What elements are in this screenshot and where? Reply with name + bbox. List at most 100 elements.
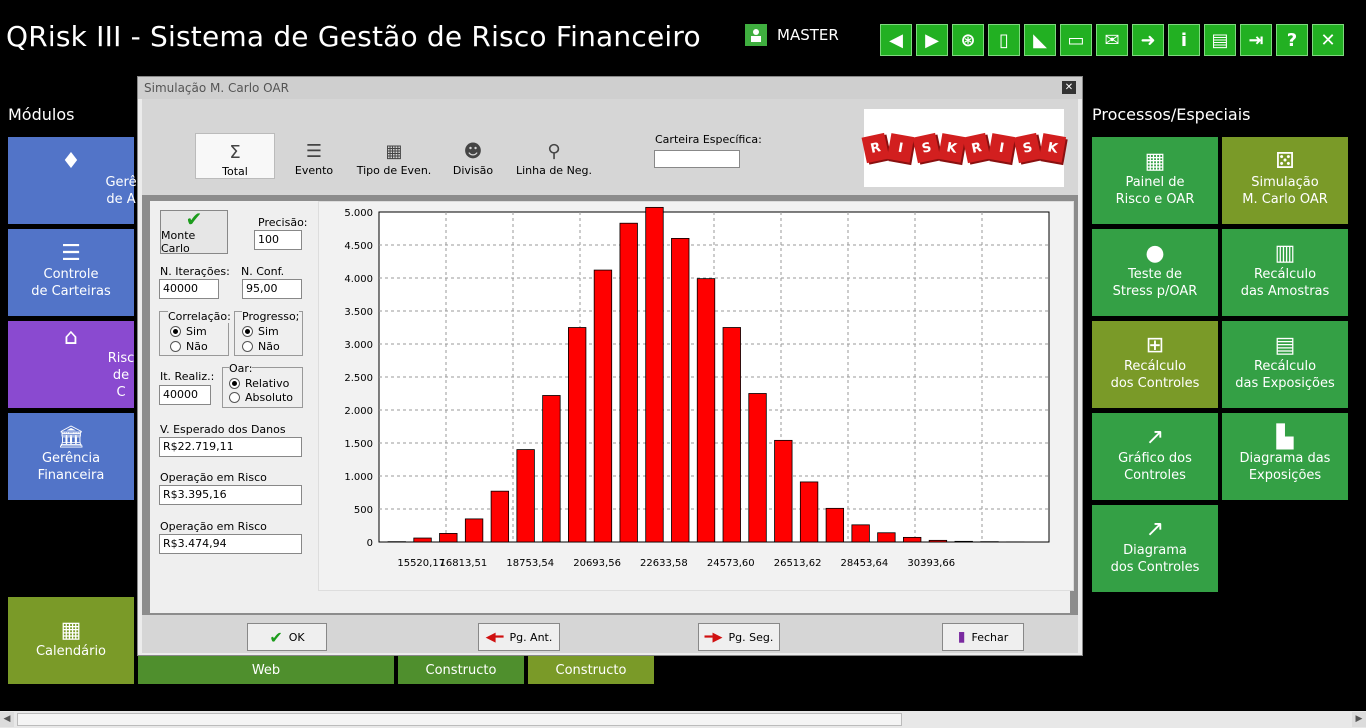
bomb-icon: ● [1145, 241, 1165, 266]
module-tile-constructo-2[interactable]: Constructo [528, 656, 654, 684]
process-tile-diagrama-controles[interactable]: ↗ Diagrama dos Controles [1092, 505, 1218, 592]
info-icon[interactable]: i [1168, 24, 1200, 56]
module-tile-risco[interactable]: ⌂ Risc de C [8, 321, 134, 408]
module-tile-gerencia[interactable]: ♦ Gerê de A [8, 137, 137, 224]
module-tile-web[interactable]: Web [138, 656, 394, 684]
module-tile-controle-carteiras[interactable]: ☰ Controle de Carteiras [8, 229, 134, 316]
precisao-label: Precisão: [258, 216, 308, 229]
y-tick-label: 2.500 [344, 373, 373, 384]
person-icon: ☻ [463, 141, 483, 162]
exit-door-icon[interactable]: ⇥ [1240, 24, 1272, 56]
carteira-label: Carteira Específica: [655, 133, 762, 146]
tab-divisao[interactable]: ☻ Divisão [448, 133, 498, 177]
histogram-bar [619, 222, 638, 543]
trend-up-icon: ↗ [1145, 517, 1165, 542]
ok-button[interactable]: ✔ OK [247, 623, 327, 651]
help-icon[interactable]: ? [1276, 24, 1308, 56]
process-tile-simulacao-mcarlo-oar[interactable]: ⚄ Simulação M. Carlo OAR [1222, 137, 1348, 224]
n-iteracoes-label: N. Iterações: [160, 265, 230, 278]
y-tick-label: 1.000 [344, 472, 373, 483]
process-tile-label: Diagrama dos Controles [1110, 543, 1200, 575]
oar-absoluto-radio[interactable]: Absoluto [229, 391, 293, 404]
calendar-icon: ▦ [60, 617, 82, 643]
precisao-input[interactable]: 100 [254, 230, 302, 250]
horizontal-scrollbar[interactable]: ◀ ▶ [0, 711, 1366, 728]
tab-total[interactable]: Σ Total [195, 133, 275, 179]
arrow-right-icon[interactable]: ▶ [916, 24, 948, 56]
histogram-bar [413, 537, 432, 543]
carteira-input[interactable] [654, 150, 740, 168]
process-tile-label: Teste de Stress p/OAR [1112, 267, 1198, 299]
close-icon[interactable]: ✕ [1312, 24, 1344, 56]
x-tick-label: 16813,51 [440, 558, 488, 569]
progresso-group: Progresso; Sim Não [234, 310, 303, 356]
monitor-icon[interactable]: ▭ [1060, 24, 1092, 56]
process-tile-painel-risco-oar[interactable]: ▦ Painel de Risco e OAR [1092, 137, 1218, 224]
histogram-bar [928, 539, 948, 543]
n-conf-input[interactable]: 95,00 [242, 279, 302, 299]
monte-carlo-dialog: Simulação M. Carlo OAR ✕ Σ Total ☰ Event… [137, 76, 1083, 656]
dialog-close-icon[interactable]: ✕ [1062, 81, 1076, 94]
dialog-title: Simulação M. Carlo OAR [144, 81, 289, 95]
correlacao-nao-radio[interactable]: Não [170, 340, 208, 353]
forward-icon[interactable]: ➜ [1132, 24, 1164, 56]
panel-icon: ▦ [1144, 149, 1166, 174]
mail-icon[interactable]: ✉ [1096, 24, 1128, 56]
tab-label: Total [222, 165, 248, 178]
traffic-light-icon[interactable]: ⊛ [952, 24, 984, 56]
next-label: Pg. Seg. [728, 630, 774, 644]
process-tile-recalculo-exposicoes[interactable]: ▤ Recálculo das Exposições [1222, 321, 1348, 408]
dialog-tabbar: Σ Total ☰ Evento ▦ Tipo de Even. ☻ Divis… [142, 99, 1078, 195]
process-tile-recalculo-controles[interactable]: ⊞ Recálculo dos Controles [1092, 321, 1218, 408]
scrollbar-thumb[interactable] [17, 713, 902, 726]
next-page-button[interactable]: ━▶ Pg. Seg. [698, 623, 780, 651]
histogram-bar [774, 439, 793, 543]
module-tile-label: Constructo [425, 662, 497, 678]
logo-die: K [1038, 133, 1067, 163]
module-tile-gerencia-financeira[interactable]: 🏛 Gerência Financeira [8, 413, 134, 500]
close-button[interactable]: ▮ Fechar [942, 623, 1024, 651]
tab-evento[interactable]: ☰ Evento [288, 133, 340, 177]
module-tile-label: Gerência Financeira [37, 451, 105, 483]
histogram-bar [748, 393, 767, 543]
it-realiz-input[interactable]: 40000 [159, 385, 211, 405]
calculator-icon: ▤ [1274, 333, 1296, 358]
logo-die: K [937, 133, 966, 163]
monte-carlo-button[interactable]: ✔ Monte Carlo [160, 209, 228, 255]
progresso-sim-radio[interactable]: Sim [242, 325, 279, 338]
process-tile-label: Simulação M. Carlo OAR [1242, 175, 1328, 207]
process-tile-grafico-controles[interactable]: ↗ Gráfico dos Controles [1092, 413, 1218, 500]
prev-page-button[interactable]: ◀━ Pg. Ant. [478, 623, 560, 651]
document-icon[interactable]: ▤ [1204, 24, 1236, 56]
process-tile-label: Diagrama das Exposições [1239, 451, 1331, 483]
home-icon: ⌂ [64, 324, 78, 350]
bar-chart-icon: ▥ [1274, 241, 1296, 266]
correlacao-sim-radio[interactable]: Sim [170, 325, 207, 338]
sigma-icon: Σ [229, 142, 241, 163]
process-tile-diagrama-exposicoes[interactable]: ▙ Diagrama das Exposições [1222, 413, 1348, 500]
module-tile-label: Calendário [35, 643, 107, 659]
traffic-light-2-icon[interactable]: ▯ [988, 24, 1020, 56]
progresso-nao-radio[interactable]: Não [242, 340, 280, 353]
user-name: MASTER [777, 26, 839, 44]
scroll-left-icon[interactable]: ◀ [0, 712, 14, 727]
y-tick-label: 4.000 [344, 274, 373, 285]
module-tile-calendario[interactable]: ▦ Calendário [8, 597, 134, 684]
logo-die: S [1013, 132, 1042, 164]
process-tile-recalculo-amostras[interactable]: ▥ Recálculo das Amostras [1222, 229, 1348, 316]
histogram-bar [593, 269, 613, 543]
list-icon: ☰ [305, 141, 323, 162]
tab-label: Divisão [452, 164, 494, 177]
process-tile-teste-stress-oar[interactable]: ● Teste de Stress p/OAR [1092, 229, 1218, 316]
tab-tipo-evento[interactable]: ▦ Tipo de Even. [354, 133, 434, 177]
bar-chart-icon: ▙ [1276, 425, 1294, 450]
tab-linha-negocio[interactable]: ⚲ Linha de Neg. [514, 133, 594, 177]
module-tile-constructo-1[interactable]: Constructo [398, 656, 524, 684]
scroll-right-icon[interactable]: ▶ [1352, 712, 1366, 727]
paint-bucket-icon[interactable]: ◣ [1024, 24, 1056, 56]
arrow-left-icon[interactable]: ◀ [880, 24, 912, 56]
n-iteracoes-input[interactable]: 40000 [159, 279, 219, 299]
oar-relativo-radio[interactable]: Relativo [229, 377, 289, 390]
dialog-body: Σ Total ☰ Evento ▦ Tipo de Even. ☻ Divis… [142, 99, 1078, 653]
histogram-bar [439, 533, 458, 543]
